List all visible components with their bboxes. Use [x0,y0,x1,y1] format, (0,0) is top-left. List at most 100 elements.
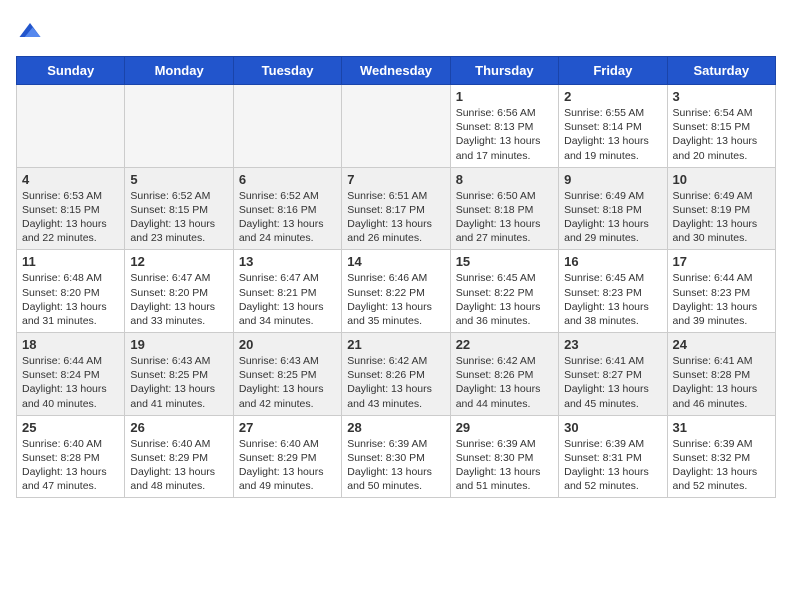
day-info: Sunrise: 6:44 AM Sunset: 8:23 PM Dayligh… [673,271,770,328]
day-info: Sunrise: 6:39 AM Sunset: 8:30 PM Dayligh… [456,437,553,494]
day-number: 29 [456,420,553,435]
day-info: Sunrise: 6:51 AM Sunset: 8:17 PM Dayligh… [347,189,444,246]
calendar-week-2: 4 Sunrise: 6:53 AM Sunset: 8:15 PM Daylig… [17,167,776,250]
calendar-cell: 28 Sunrise: 6:39 AM Sunset: 8:30 PM Dayli… [342,415,450,498]
day-number: 31 [673,420,770,435]
day-info: Sunrise: 6:49 AM Sunset: 8:18 PM Dayligh… [564,189,661,246]
calendar-cell: 11 Sunrise: 6:48 AM Sunset: 8:20 PM Dayli… [17,250,125,333]
calendar-cell [17,85,125,168]
calendar-cell: 7 Sunrise: 6:51 AM Sunset: 8:17 PM Daylig… [342,167,450,250]
calendar-cell [342,85,450,168]
day-info: Sunrise: 6:40 AM Sunset: 8:28 PM Dayligh… [22,437,119,494]
calendar-cell: 31 Sunrise: 6:39 AM Sunset: 8:32 PM Dayli… [667,415,775,498]
day-info: Sunrise: 6:41 AM Sunset: 8:27 PM Dayligh… [564,354,661,411]
day-number: 19 [130,337,227,352]
calendar-cell: 3 Sunrise: 6:54 AM Sunset: 8:15 PM Daylig… [667,85,775,168]
day-number: 27 [239,420,336,435]
day-info: Sunrise: 6:48 AM Sunset: 8:20 PM Dayligh… [22,271,119,328]
calendar-week-5: 25Sunrise: 6:40 AM Sunset: 8:28 PM Dayli… [17,415,776,498]
day-number: 23 [564,337,661,352]
day-number: 5 [130,172,227,187]
day-number: 11 [22,254,119,269]
day-info: Sunrise: 6:40 AM Sunset: 8:29 PM Dayligh… [130,437,227,494]
calendar-cell: 16Sunrise: 6:45 AM Sunset: 8:23 PM Dayli… [559,250,667,333]
calendar-cell: 23 Sunrise: 6:41 AM Sunset: 8:27 PM Dayli… [559,333,667,416]
day-number: 20 [239,337,336,352]
day-info: Sunrise: 6:47 AM Sunset: 8:20 PM Dayligh… [130,271,227,328]
day-number: 2 [564,89,661,104]
day-info: Sunrise: 6:39 AM Sunset: 8:30 PM Dayligh… [347,437,444,494]
calendar-cell: 25Sunrise: 6:40 AM Sunset: 8:28 PM Dayli… [17,415,125,498]
calendar-cell: 6 Sunrise: 6:52 AM Sunset: 8:16 PM Daylig… [233,167,341,250]
day-number: 6 [239,172,336,187]
day-info: Sunrise: 6:44 AM Sunset: 8:24 PM Dayligh… [22,354,119,411]
day-number: 8 [456,172,553,187]
day-number: 7 [347,172,444,187]
day-number: 28 [347,420,444,435]
day-info: Sunrise: 6:43 AM Sunset: 8:25 PM Dayligh… [239,354,336,411]
calendar-week-4: 18 Sunrise: 6:44 AM Sunset: 8:24 PM Dayli… [17,333,776,416]
day-number: 14 [347,254,444,269]
day-info: Sunrise: 6:55 AM Sunset: 8:14 PM Dayligh… [564,106,661,163]
calendar-cell: 12 Sunrise: 6:47 AM Sunset: 8:20 PM Dayli… [125,250,233,333]
weekday-header-sunday: Sunday [17,57,125,85]
page-header [16,16,776,44]
day-info: Sunrise: 6:42 AM Sunset: 8:26 PM Dayligh… [347,354,444,411]
day-number: 1 [456,89,553,104]
weekday-header-saturday: Saturday [667,57,775,85]
calendar-cell: 10 Sunrise: 6:49 AM Sunset: 8:19 PM Dayli… [667,167,775,250]
calendar-header-row: SundayMondayTuesdayWednesdayThursdayFrid… [17,57,776,85]
calendar-cell [233,85,341,168]
day-info: Sunrise: 6:39 AM Sunset: 8:32 PM Dayligh… [673,437,770,494]
day-number: 15 [456,254,553,269]
weekday-header-monday: Monday [125,57,233,85]
logo [16,16,48,44]
calendar-cell: 26Sunrise: 6:40 AM Sunset: 8:29 PM Dayli… [125,415,233,498]
day-number: 9 [564,172,661,187]
day-info: Sunrise: 6:39 AM Sunset: 8:31 PM Dayligh… [564,437,661,494]
day-number: 18 [22,337,119,352]
day-number: 24 [673,337,770,352]
calendar-cell: 30Sunrise: 6:39 AM Sunset: 8:31 PM Dayli… [559,415,667,498]
day-number: 17 [673,254,770,269]
day-info: Sunrise: 6:50 AM Sunset: 8:18 PM Dayligh… [456,189,553,246]
day-info: Sunrise: 6:41 AM Sunset: 8:28 PM Dayligh… [673,354,770,411]
calendar-cell: 29 Sunrise: 6:39 AM Sunset: 8:30 PM Dayli… [450,415,558,498]
weekday-header-friday: Friday [559,57,667,85]
weekday-header-wednesday: Wednesday [342,57,450,85]
day-info: Sunrise: 6:45 AM Sunset: 8:23 PM Dayligh… [564,271,661,328]
day-info: Sunrise: 6:47 AM Sunset: 8:21 PM Dayligh… [239,271,336,328]
calendar-cell: 1 Sunrise: 6:56 AM Sunset: 8:13 PM Daylig… [450,85,558,168]
day-number: 4 [22,172,119,187]
day-number: 21 [347,337,444,352]
day-info: Sunrise: 6:56 AM Sunset: 8:13 PM Dayligh… [456,106,553,163]
day-info: Sunrise: 6:46 AM Sunset: 8:22 PM Dayligh… [347,271,444,328]
calendar-cell: 9 Sunrise: 6:49 AM Sunset: 8:18 PM Daylig… [559,167,667,250]
day-info: Sunrise: 6:42 AM Sunset: 8:26 PM Dayligh… [456,354,553,411]
day-info: Sunrise: 6:49 AM Sunset: 8:19 PM Dayligh… [673,189,770,246]
day-info: Sunrise: 6:52 AM Sunset: 8:16 PM Dayligh… [239,189,336,246]
day-info: Sunrise: 6:52 AM Sunset: 8:15 PM Dayligh… [130,189,227,246]
weekday-header-tuesday: Tuesday [233,57,341,85]
day-number: 12 [130,254,227,269]
day-number: 3 [673,89,770,104]
calendar-table: SundayMondayTuesdayWednesdayThursdayFrid… [16,56,776,498]
calendar-cell: 20 Sunrise: 6:43 AM Sunset: 8:25 PM Dayli… [233,333,341,416]
calendar-cell: 2 Sunrise: 6:55 AM Sunset: 8:14 PM Daylig… [559,85,667,168]
calendar-cell [125,85,233,168]
calendar-week-1: 1 Sunrise: 6:56 AM Sunset: 8:13 PM Daylig… [17,85,776,168]
day-info: Sunrise: 6:54 AM Sunset: 8:15 PM Dayligh… [673,106,770,163]
calendar-cell: 14 Sunrise: 6:46 AM Sunset: 8:22 PM Dayli… [342,250,450,333]
calendar-cell: 5 Sunrise: 6:52 AM Sunset: 8:15 PM Daylig… [125,167,233,250]
calendar-cell: 24 Sunrise: 6:41 AM Sunset: 8:28 PM Dayli… [667,333,775,416]
day-number: 10 [673,172,770,187]
logo-icon [16,16,44,44]
calendar-cell: 27 Sunrise: 6:40 AM Sunset: 8:29 PM Dayli… [233,415,341,498]
day-info: Sunrise: 6:40 AM Sunset: 8:29 PM Dayligh… [239,437,336,494]
calendar-cell: 22 Sunrise: 6:42 AM Sunset: 8:26 PM Dayli… [450,333,558,416]
day-info: Sunrise: 6:53 AM Sunset: 8:15 PM Dayligh… [22,189,119,246]
calendar-cell: 13 Sunrise: 6:47 AM Sunset: 8:21 PM Dayli… [233,250,341,333]
day-number: 13 [239,254,336,269]
day-number: 22 [456,337,553,352]
calendar-cell: 15Sunrise: 6:45 AM Sunset: 8:22 PM Dayli… [450,250,558,333]
